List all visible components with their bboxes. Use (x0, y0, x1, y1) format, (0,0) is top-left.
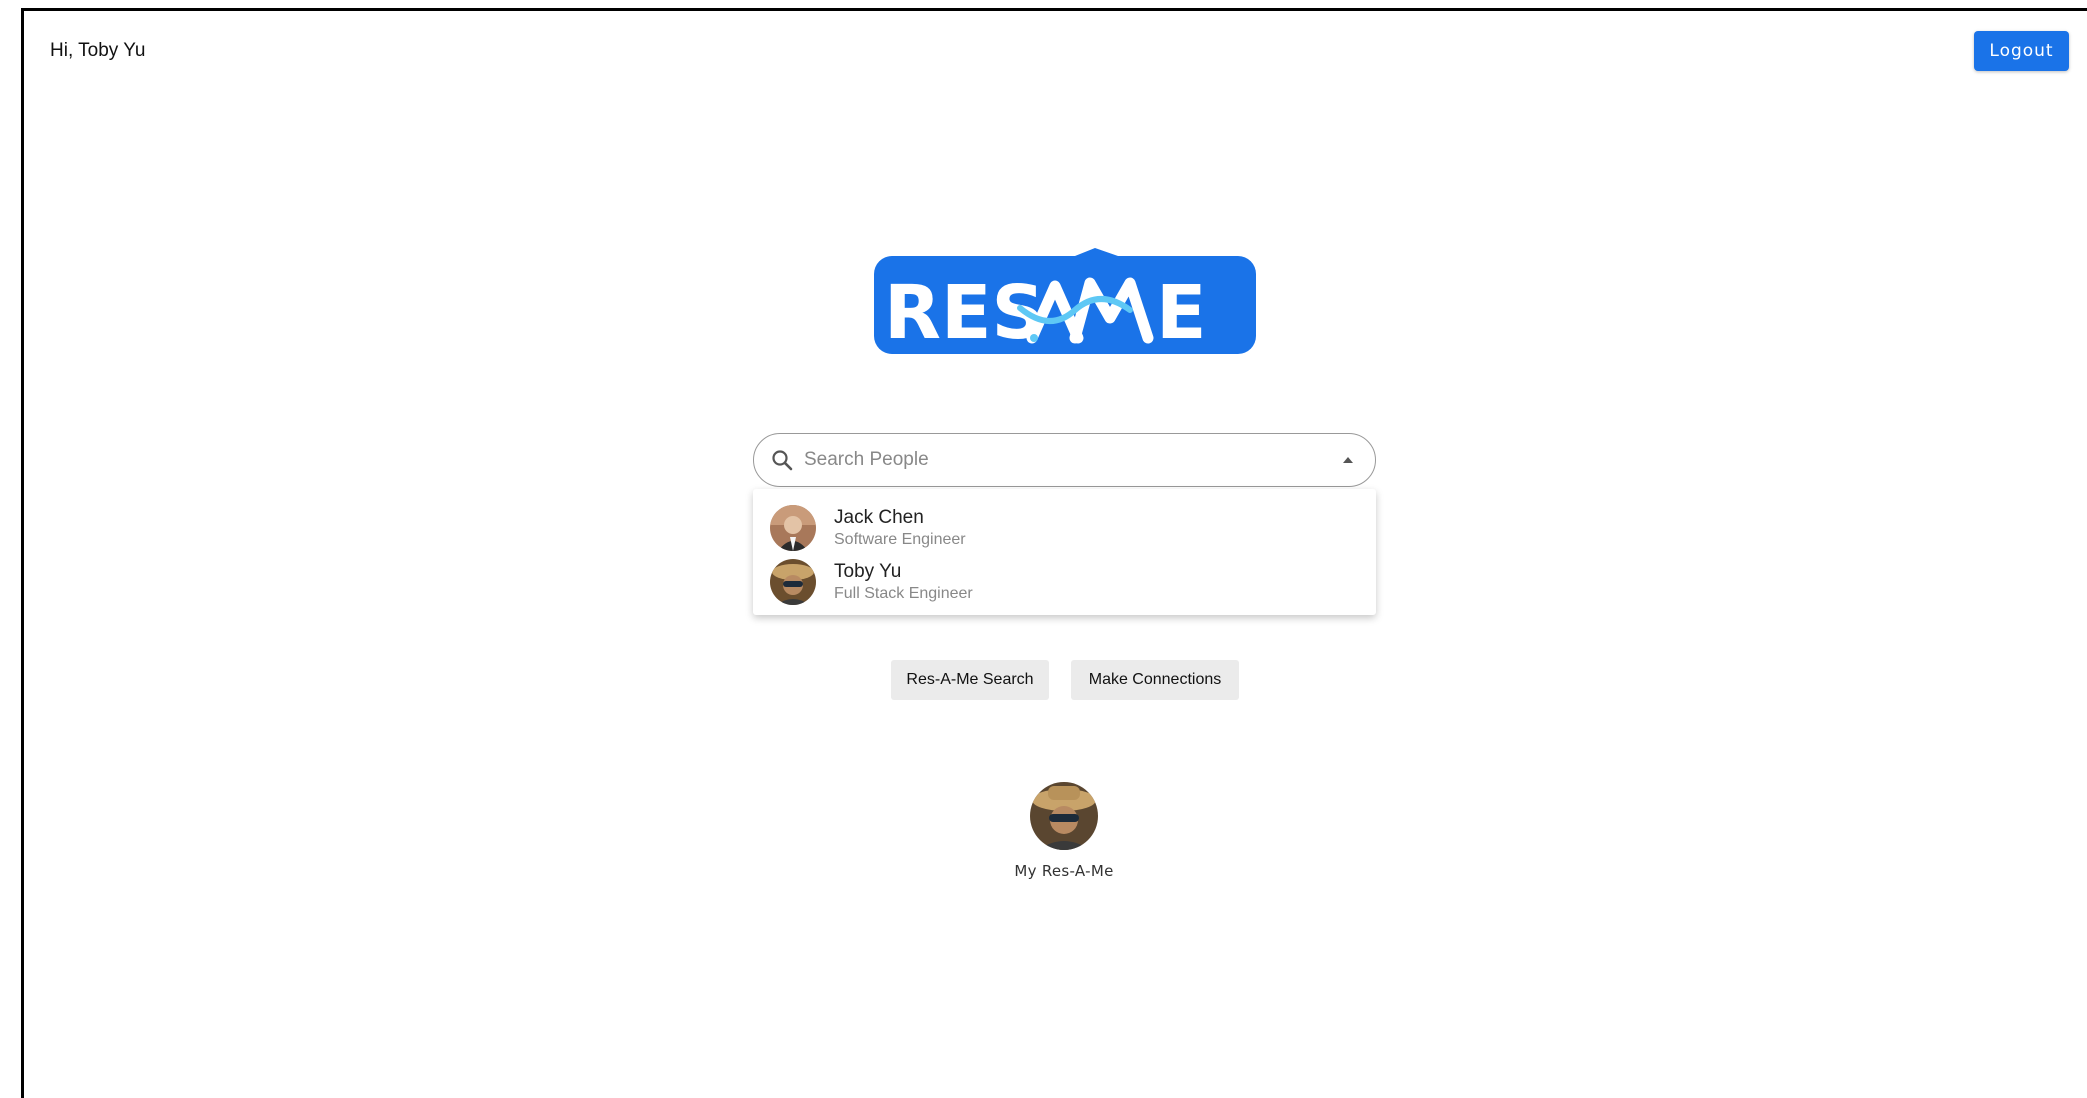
greeting-text: Hi, Toby Yu (50, 40, 146, 61)
option-name: Jack Chen (834, 507, 924, 528)
option-name: Toby Yu (834, 561, 902, 582)
logout-button[interactable]: Logout (1974, 31, 2069, 71)
option-title: Full Stack Engineer (834, 585, 973, 602)
search-input[interactable] (802, 448, 1341, 472)
avatar (770, 505, 816, 551)
svg-text:E: E (1156, 270, 1207, 356)
search-option-toby-yu[interactable]: Toby Yu Full Stack Engineer (753, 555, 1376, 609)
my-res-a-me-label[interactable]: My Res-A-Me (964, 862, 1164, 880)
my-res-a-me-avatar[interactable] (1030, 782, 1098, 850)
svg-text:RES: RES (884, 270, 1045, 356)
caret-up-icon[interactable] (1341, 453, 1355, 467)
make-connections-button[interactable]: Make Connections (1071, 660, 1239, 700)
search-option-jack-chen[interactable]: Jack Chen Software Engineer (753, 501, 1376, 555)
resame-logo: RES E (874, 248, 1256, 356)
avatar (770, 559, 816, 605)
res-a-me-search-button[interactable]: Res-A-Me Search (891, 660, 1049, 700)
search-icon (772, 450, 793, 471)
search-people-field[interactable] (753, 433, 1376, 487)
search-results-dropdown: Jack Chen Software Engineer Toby Yu Full… (753, 489, 1376, 615)
option-title: Software Engineer (834, 531, 966, 548)
